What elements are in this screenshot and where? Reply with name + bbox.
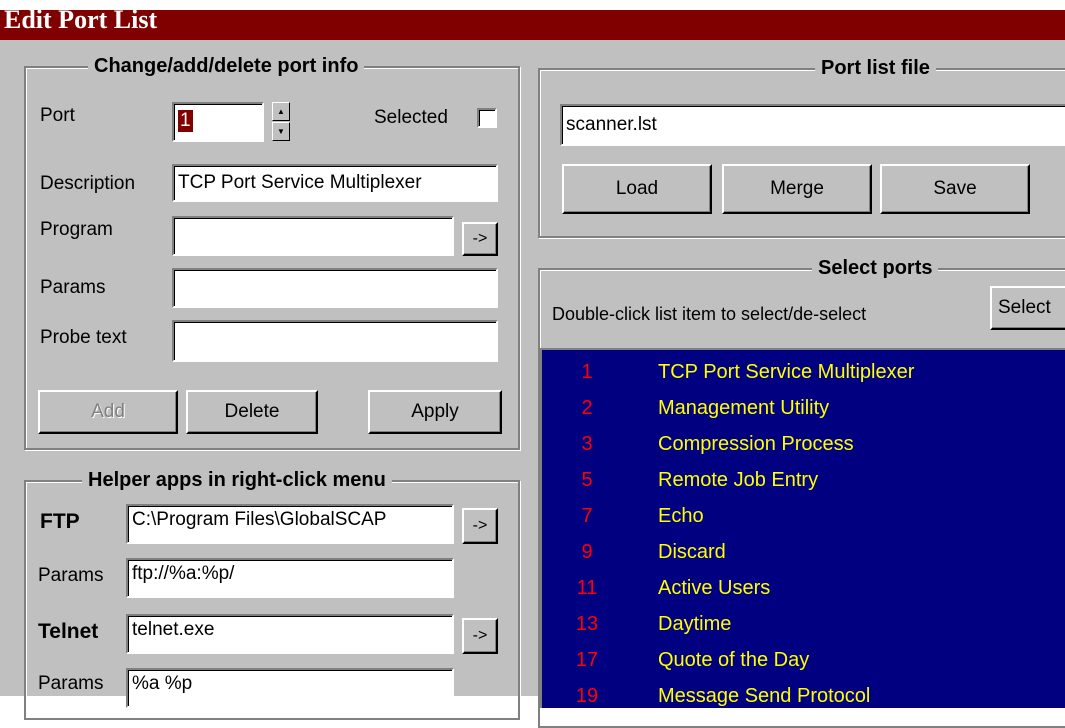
- program-label: Program: [40, 219, 113, 240]
- description-input[interactable]: TCP Port Service Multiplexer: [172, 164, 498, 202]
- port-label: Port: [40, 105, 75, 126]
- delete-button[interactable]: Delete: [186, 390, 318, 434]
- ports-listbox[interactable]: 1 TCP Port Service Multiplexer 2 Managem…: [540, 348, 1065, 708]
- program-browse-button[interactable]: ->: [462, 222, 498, 256]
- port-value: 1: [178, 110, 193, 132]
- port-number: 13: [575, 613, 599, 635]
- title-bar-fill: [0, 10, 1065, 40]
- port-description: Management Utility: [658, 397, 830, 419]
- port-number: 7: [581, 505, 593, 527]
- port-description: Remote Job Entry: [658, 469, 819, 491]
- list-item[interactable]: 19 Message Send Protocol: [542, 678, 1065, 708]
- list-item[interactable]: 1 TCP Port Service Multiplexer: [542, 354, 1065, 390]
- port-number: 1: [581, 361, 593, 383]
- port-list-file-input[interactable]: scanner.lst: [560, 104, 1065, 146]
- merge-button[interactable]: Merge: [722, 164, 872, 214]
- list-item[interactable]: 11 Active Users: [542, 570, 1065, 606]
- port-description: Echo: [658, 505, 704, 527]
- telnet-params-input[interactable]: %a %p: [126, 668, 454, 708]
- program-input[interactable]: [172, 216, 454, 256]
- port-description: TCP Port Service Multiplexer: [658, 361, 915, 383]
- save-button[interactable]: Save: [880, 164, 1030, 214]
- port-description: Daytime: [658, 613, 732, 635]
- window-title: Edit Port List: [4, 5, 158, 34]
- helper-apps-group-title: Helper apps in right-click menu: [82, 468, 392, 492]
- port-number: 11: [576, 577, 598, 599]
- spin-down-icon[interactable]: ▼: [272, 122, 290, 141]
- port-description: Message Send Protocol: [658, 685, 871, 707]
- selected-label: Selected: [374, 107, 448, 128]
- edit-port-list-window: Edit Port List Change/add/delete port in…: [0, 0, 1065, 728]
- list-item[interactable]: 13 Daytime: [542, 606, 1065, 642]
- port-number: 5: [581, 469, 593, 491]
- port-number: 3: [581, 433, 593, 455]
- apply-button[interactable]: Apply: [368, 390, 502, 434]
- port-input[interactable]: 1: [172, 102, 264, 142]
- port-description: Active Users: [658, 577, 771, 599]
- params-input[interactable]: [172, 268, 498, 308]
- ftp-params-label: Params: [38, 565, 104, 586]
- telnet-label: Telnet: [38, 620, 99, 643]
- port-list-file-group-title: Port list file: [815, 56, 936, 80]
- port-number: 17: [575, 649, 599, 671]
- list-item[interactable]: 3 Compression Process: [542, 426, 1065, 462]
- port-description: Discard: [658, 541, 726, 563]
- list-item[interactable]: 2 Management Utility: [542, 390, 1065, 426]
- port-number: 19: [575, 685, 599, 707]
- probe-text-input[interactable]: [172, 320, 498, 362]
- list-item[interactable]: 5 Remote Job Entry: [542, 462, 1065, 498]
- select-ports-hint: Double-click list item to select/de-sele…: [552, 304, 867, 324]
- add-button[interactable]: Add: [38, 390, 178, 434]
- params-label: Params: [40, 277, 106, 298]
- ftp-path-input[interactable]: C:\Program Files\GlobalSCAP: [126, 504, 454, 544]
- ftp-label: FTP: [40, 510, 80, 533]
- telnet-path-input[interactable]: telnet.exe: [126, 614, 454, 654]
- port-number: 9: [581, 541, 593, 563]
- list-item[interactable]: 17 Quote of the Day: [542, 642, 1065, 678]
- port-number: 2: [581, 397, 593, 419]
- title-bar[interactable]: Edit Port List: [0, 0, 1065, 40]
- telnet-browse-button[interactable]: ->: [462, 618, 498, 654]
- list-item[interactable]: 9 Discard: [542, 534, 1065, 570]
- telnet-params-label: Params: [38, 673, 104, 694]
- spin-up-icon[interactable]: ▲: [272, 102, 290, 121]
- port-info-group-title: Change/add/delete port info: [88, 54, 365, 78]
- select-button[interactable]: Select: [990, 286, 1065, 330]
- probe-text-label: Probe text: [40, 327, 127, 348]
- list-item[interactable]: 7 Echo: [542, 498, 1065, 534]
- ftp-browse-button[interactable]: ->: [462, 508, 498, 544]
- port-description: Compression Process: [658, 433, 854, 455]
- ftp-params-input[interactable]: ftp://%a:%p/: [126, 558, 454, 598]
- load-button[interactable]: Load: [562, 164, 712, 214]
- port-description: Quote of the Day: [658, 649, 810, 671]
- selected-checkbox[interactable]: [477, 108, 497, 128]
- port-spinner[interactable]: ▲ ▼: [272, 102, 290, 142]
- select-ports-group-title: Select ports: [812, 256, 939, 280]
- description-label: Description: [40, 173, 136, 194]
